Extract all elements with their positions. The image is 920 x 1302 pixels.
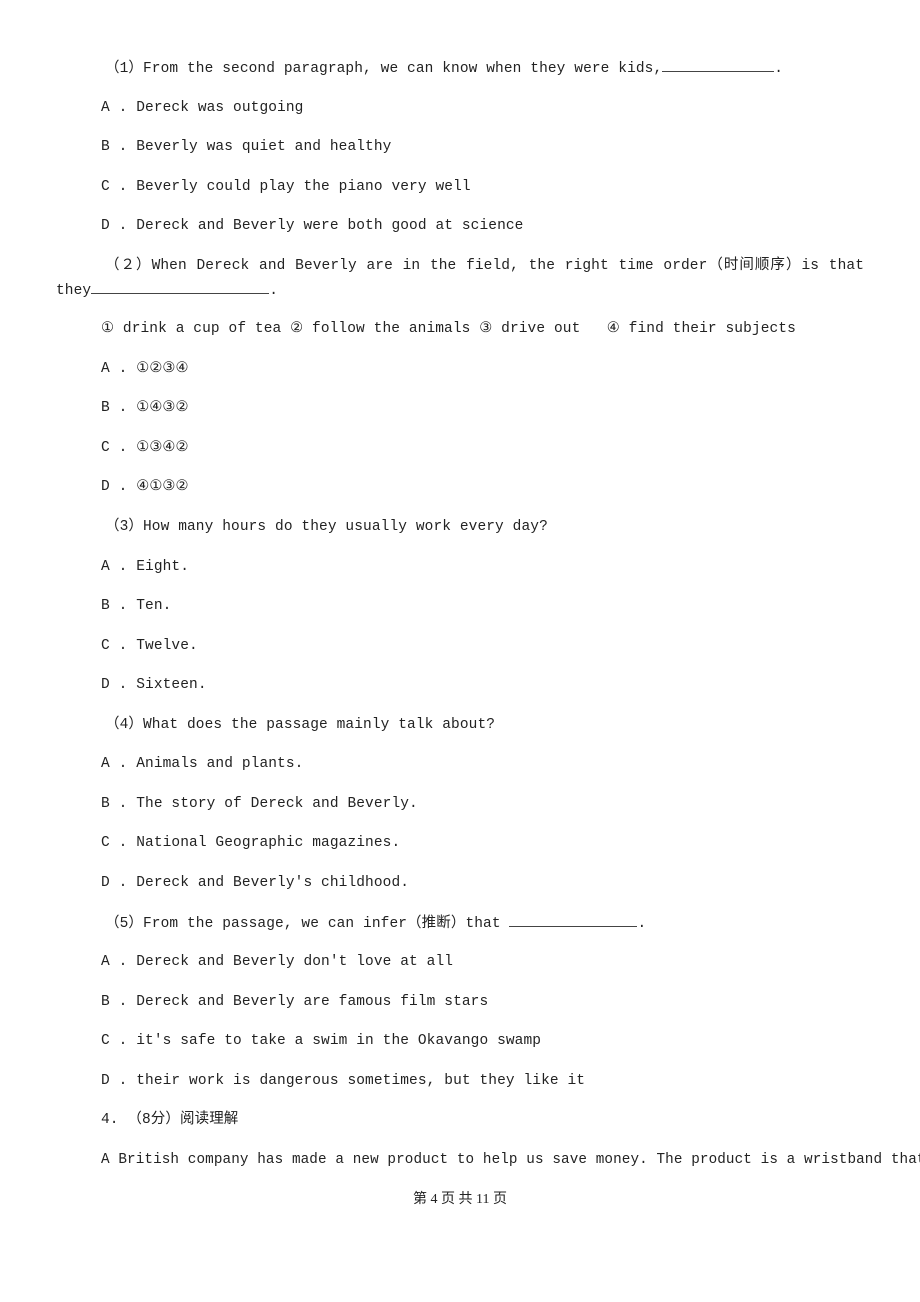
option-text: National Geographic magazines.	[136, 835, 401, 851]
option-text: ①②③④	[136, 361, 189, 377]
answer-blank	[509, 913, 638, 927]
option-1d: D . Dereck and Beverly were both good at…	[101, 216, 523, 236]
option-text: The story of Dereck and Beverly.	[136, 796, 418, 812]
option-text: Beverly was quiet and healthy	[136, 139, 392, 155]
question-5-stem: （5）From the passage, we can infer（推断）tha…	[105, 913, 646, 934]
option-text: Dereck and Beverly don't love at all	[136, 954, 454, 970]
option-text: it's safe to take a swim in the Okavango…	[136, 1033, 542, 1049]
option-letter: B .	[101, 796, 128, 812]
option-letter: D .	[101, 875, 128, 891]
option-4d: D . Dereck and Beverly's childhood.	[101, 873, 409, 893]
punctuation: .	[269, 283, 279, 299]
option-3d: D . Sixteen.	[101, 675, 207, 695]
question-4-stem: （4）What does the passage mainly talk abo…	[105, 717, 496, 733]
option-letter: C .	[101, 1033, 128, 1049]
option-text: Animals and plants.	[136, 756, 304, 772]
option-2a: A . ①②③④	[101, 359, 189, 379]
option-text: Dereck and Beverly's childhood.	[136, 875, 410, 891]
question-5-text: （5）From the passage, we can infer（推断）tha…	[105, 916, 510, 932]
answer-blank	[662, 58, 775, 72]
option-letter: A .	[101, 559, 128, 575]
option-3b: B . Ten.	[101, 596, 171, 616]
option-5b: B . Dereck and Beverly are famous film s…	[101, 992, 488, 1012]
option-text: Ten.	[136, 598, 172, 614]
option-letter: C .	[101, 835, 128, 851]
question-2-items: ① drink a cup of tea ② follow the animal…	[101, 321, 796, 337]
option-letter: B .	[101, 598, 128, 614]
option-5c: C . it's safe to take a swim in the Okav…	[101, 1031, 541, 1051]
option-letter: C .	[101, 638, 128, 654]
option-text: Dereck and Beverly were both good at sci…	[136, 218, 524, 234]
option-1a: A . Dereck was outgoing	[101, 98, 303, 118]
option-letter: A .	[101, 361, 128, 377]
question-2-stem-line2: they.	[56, 280, 278, 301]
option-text: Dereck was outgoing	[136, 100, 304, 116]
option-letter: B .	[101, 139, 128, 155]
option-letter: B .	[101, 994, 128, 1010]
option-text: ④①③②	[136, 479, 189, 495]
question-2-text: they	[56, 283, 92, 299]
punctuation: .	[774, 61, 784, 77]
option-text: Eight.	[136, 559, 190, 575]
option-4a: A . Animals and plants.	[101, 754, 303, 774]
section-4-passage: A British company has made a new product…	[101, 1152, 920, 1168]
option-letter: B .	[101, 400, 128, 416]
option-letter: D .	[101, 677, 128, 693]
option-text: Dereck and Beverly are famous film stars	[136, 994, 489, 1010]
page-number-footer: 第 4 页 共 11 页	[413, 1192, 507, 1207]
option-letter: A .	[101, 756, 128, 772]
option-text: Sixteen.	[136, 677, 207, 693]
option-text: Twelve.	[136, 638, 198, 654]
option-letter: C .	[101, 440, 128, 456]
option-letter: D .	[101, 479, 128, 495]
option-1c: C . Beverly could play the piano very we…	[101, 177, 471, 197]
option-5a: A . Dereck and Beverly don't love at all	[101, 952, 453, 972]
option-letter: A .	[101, 954, 128, 970]
option-4b: B . The story of Dereck and Beverly.	[101, 794, 418, 814]
option-4c: C . National Geographic magazines.	[101, 833, 400, 853]
question-1-text: （1）From the second paragraph, we can kno…	[105, 61, 663, 77]
option-letter: C .	[101, 179, 128, 195]
option-5d: D . their work is dangerous sometimes, b…	[101, 1071, 585, 1091]
option-letter: D .	[101, 218, 128, 234]
option-2b: B . ①④③②	[101, 398, 189, 418]
option-2c: C . ①③④②	[101, 438, 189, 458]
option-text: their work is dangerous sometimes, but t…	[136, 1073, 586, 1089]
option-text: Beverly could play the piano very well	[136, 179, 471, 195]
option-letter: D .	[101, 1073, 128, 1089]
punctuation: .	[637, 916, 647, 932]
option-3c: C . Twelve.	[101, 636, 198, 656]
option-text: ①③④②	[136, 440, 189, 456]
question-1-stem: （1）From the second paragraph, we can kno…	[105, 58, 783, 79]
section-4-heading: 4. （8分）阅读理解	[101, 1112, 239, 1128]
question-3-stem: （3）How many hours do they usually work e…	[105, 519, 548, 535]
option-text: ①④③②	[136, 400, 189, 416]
answer-blank	[91, 280, 270, 294]
option-letter: A .	[101, 100, 128, 116]
option-2d: D . ④①③②	[101, 477, 189, 497]
option-3a: A . Eight.	[101, 557, 189, 577]
option-1b: B . Beverly was quiet and healthy	[101, 137, 391, 157]
question-2-stem-line1: （２）When Dereck and Beverly are in the fi…	[105, 258, 864, 274]
